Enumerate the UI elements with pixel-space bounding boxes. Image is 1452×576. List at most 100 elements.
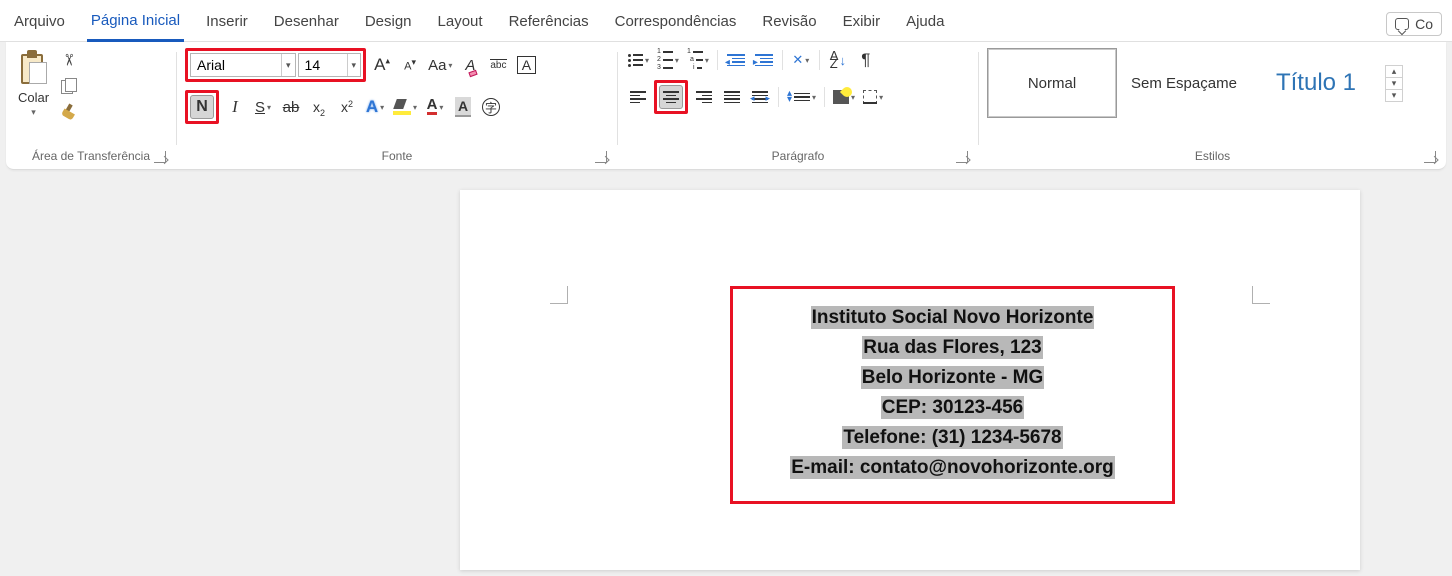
font-color-button[interactable]: A▾ — [423, 95, 447, 119]
bold-button[interactable]: N — [190, 95, 214, 119]
show-marks-button[interactable]: ¶ — [854, 48, 878, 72]
style-no-spacing[interactable]: Sem Espaçame — [1119, 48, 1249, 118]
highlight-color-button[interactable]: ▾ — [391, 95, 419, 119]
shrink-font-icon: A▾ — [404, 57, 416, 73]
line-spacing-button[interactable]: ▴▾ ▾ — [785, 85, 818, 109]
menu-design[interactable]: Design — [361, 7, 416, 40]
bullets-button[interactable]: ▾ — [626, 48, 651, 72]
indent-icon: ▸ — [755, 54, 773, 66]
eraser-icon: A — [465, 57, 475, 74]
style-normal[interactable]: Normal — [987, 48, 1117, 118]
menu-layout[interactable]: Layout — [434, 7, 487, 40]
phonetic-guide-button[interactable]: abc — [486, 53, 510, 77]
margin-corner-tr — [1252, 286, 1270, 304]
menu-pagina-inicial[interactable]: Página Inicial — [87, 6, 184, 42]
align-center-button[interactable] — [659, 85, 683, 109]
underline-button[interactable]: S▾ — [251, 95, 275, 119]
menu-inserir[interactable]: Inserir — [202, 7, 252, 40]
superscript-button[interactable]: x — [335, 95, 359, 119]
distributed-icon: ◂▸ — [752, 91, 768, 103]
group-label-paragraph: Parágrafo — [626, 147, 970, 167]
margin-corner-tl — [550, 286, 568, 304]
sort-button[interactable]: AZ↓ — [826, 48, 850, 72]
bullets-icon — [628, 54, 643, 67]
style-title-1[interactable]: Título 1 — [1251, 48, 1381, 118]
borders-button[interactable]: ▾ — [861, 85, 885, 109]
menu-desenhar[interactable]: Desenhar — [270, 7, 343, 40]
text-direction-button[interactable]: ✕▾ — [789, 48, 813, 72]
underline-icon: S — [255, 99, 265, 116]
highlight-bold: N — [185, 90, 219, 124]
menu-exibir[interactable]: Exibir — [839, 7, 885, 40]
char-border-button[interactable]: A — [514, 53, 538, 77]
subscript-button[interactable]: x — [307, 95, 331, 119]
dialog-launcher-icon[interactable] — [956, 151, 968, 163]
subscript-icon: x — [313, 99, 325, 115]
group-styles: Normal Sem Espaçame Título 1 ▴ ▾ ▾ Estil… — [979, 42, 1446, 169]
strike-icon: ab — [283, 99, 300, 116]
document-line: Telefone: (31) 1234-5678 — [747, 427, 1158, 449]
italic-button[interactable]: I — [223, 95, 247, 119]
shading-button[interactable]: ▾ — [831, 85, 857, 109]
copy-button[interactable] — [59, 76, 79, 96]
brush-icon — [60, 104, 78, 120]
numbering-icon: 1 2 3 — [657, 49, 673, 71]
chevron-down-icon: ▾ — [31, 107, 36, 118]
decrease-indent-button[interactable]: ◂ — [724, 48, 748, 72]
align-right-button[interactable] — [692, 85, 716, 109]
enclose-chars-button[interactable]: 字 — [479, 95, 503, 119]
bold-icon: N — [196, 98, 208, 116]
outdent-icon: ◂ — [727, 54, 745, 66]
highlighter-icon — [393, 99, 411, 115]
multilevel-icon: 1 a i — [687, 49, 703, 71]
document-line: CEP: 30123-456 — [747, 397, 1158, 419]
distributed-button[interactable]: ◂▸ — [748, 85, 772, 109]
menu-ajuda[interactable]: Ajuda — [902, 7, 948, 40]
menu-revisao[interactable]: Revisão — [758, 7, 820, 40]
chevron-down-icon[interactable]: ▾ — [281, 54, 295, 76]
font-size-combo[interactable]: ▾ — [298, 53, 362, 77]
font-name-combo[interactable]: ▾ — [190, 53, 296, 77]
group-font: ▾ ▾ A▴ A▾ Aa▾ A abc A N I S — [177, 42, 617, 169]
increase-indent-button[interactable]: ▸ — [752, 48, 776, 72]
font-name-input[interactable] — [191, 54, 281, 76]
cut-button[interactable] — [59, 50, 79, 70]
paste-label: Colar — [18, 90, 49, 105]
dialog-launcher-icon[interactable] — [1424, 151, 1436, 163]
dialog-launcher-icon[interactable] — [595, 151, 607, 163]
char-shading-button[interactable]: A — [451, 95, 475, 119]
clear-formatting-button[interactable]: A — [458, 53, 482, 77]
multilevel-list-button[interactable]: 1 a i ▾ — [685, 48, 711, 72]
format-painter-button[interactable] — [59, 102, 79, 122]
menu-referencias[interactable]: Referências — [505, 7, 593, 40]
menu-bar: Arquivo Página Inicial Inserir Desenhar … — [0, 0, 1452, 42]
grow-font-button[interactable]: A▴ — [370, 53, 394, 77]
italic-icon: I — [232, 97, 238, 117]
group-clipboard: Colar ▾ Área de Transferência — [6, 42, 176, 169]
dialog-launcher-icon[interactable] — [154, 151, 166, 163]
document-page[interactable]: Instituto Social Novo Horizonte Rua das … — [460, 190, 1360, 570]
group-label-styles: Estilos — [987, 147, 1438, 167]
font-size-input[interactable] — [299, 54, 347, 76]
menu-correspondencias[interactable]: Correspondências — [611, 7, 741, 40]
strikethrough-button[interactable]: ab — [279, 95, 303, 119]
menu-arquivo[interactable]: Arquivo — [10, 7, 69, 40]
styles-scroll-down[interactable]: ▾ — [1386, 78, 1402, 90]
document-line: Belo Horizonte - MG — [747, 367, 1158, 389]
superscript-icon: x — [341, 99, 353, 115]
numbering-button[interactable]: 1 2 3 ▾ — [655, 48, 681, 72]
align-left-button[interactable] — [626, 85, 650, 109]
chevron-down-icon[interactable]: ▾ — [347, 54, 361, 76]
document-line: Rua das Flores, 123 — [747, 337, 1158, 359]
shrink-font-button[interactable]: A▾ — [398, 53, 422, 77]
text-direction-icon: ✕ — [792, 52, 803, 68]
comments-button[interactable]: Co — [1386, 12, 1442, 36]
change-case-button[interactable]: Aa▾ — [426, 53, 454, 77]
justify-button[interactable] — [720, 85, 744, 109]
text-effects-button[interactable]: A▾ — [363, 95, 387, 119]
scissors-icon — [62, 50, 75, 70]
styles-expand[interactable]: ▾ — [1386, 90, 1402, 101]
styles-scroll-up[interactable]: ▴ — [1386, 66, 1402, 78]
paste-button[interactable]: Colar ▾ — [14, 48, 53, 120]
char-border-icon: A — [517, 56, 536, 74]
